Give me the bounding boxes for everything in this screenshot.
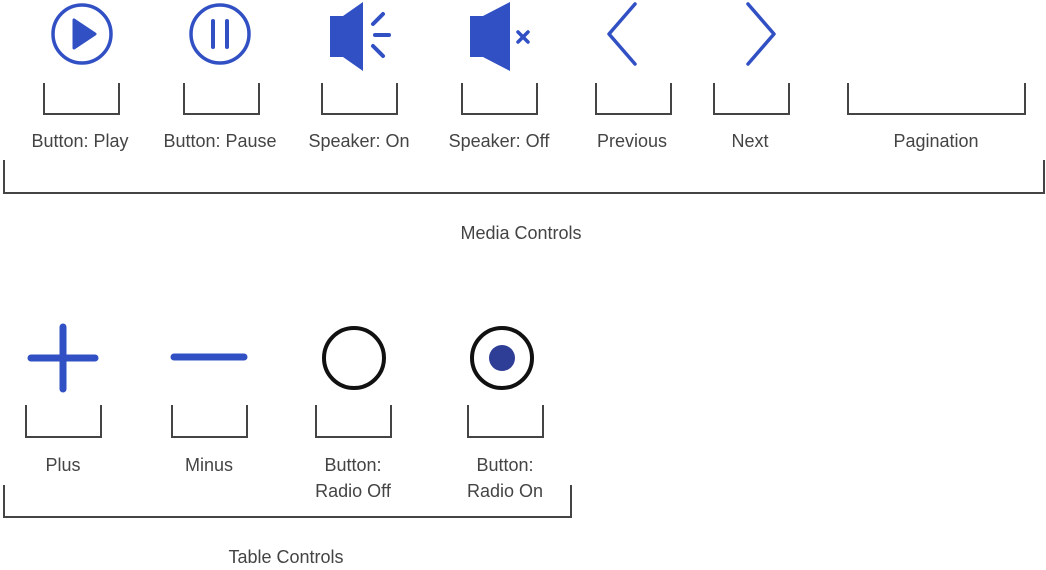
radio-off-label-line1: Button: [324,455,382,475]
media-controls-group-label: Media Controls [460,223,582,243]
speaker-off-bracket [461,83,538,115]
plus-bracket [25,405,102,438]
speaker-on-bracket [321,83,398,115]
speaker-off-label: Speaker: Off [448,131,550,151]
previous-label: Previous [596,131,668,151]
pause-label: Button: Pause [163,131,277,151]
speaker-off-icon[interactable] [469,2,533,72]
speaker-on-icon[interactable] [329,2,393,72]
minus-label: Minus [184,455,233,475]
radio-off-icon[interactable] [321,325,387,391]
next-bracket [713,83,790,115]
radio-on-icon[interactable] [469,325,535,391]
table-controls-group-bracket [3,485,572,518]
radio-off-bracket [315,405,392,438]
table-controls-group-label: Table Controls [228,547,344,567]
play-circle-icon[interactable] [50,2,114,66]
radio-on-bracket [467,405,544,438]
play-label: Button: Play [31,131,129,151]
pause-circle-icon[interactable] [188,2,252,66]
plus-icon[interactable] [27,323,99,393]
pagination-label: Pagination [893,131,979,151]
previous-bracket [595,83,672,115]
plus-label: Plus [45,455,81,475]
play-bracket [43,83,120,115]
pagination-bracket [847,83,1026,115]
chevron-left-icon[interactable] [606,2,640,68]
media-controls-group-bracket [3,160,1045,194]
next-label: Next [731,131,769,151]
minus-icon[interactable] [170,350,248,364]
speaker-on-label: Speaker: On [308,131,410,151]
chevron-right-icon[interactable] [743,2,777,68]
minus-bracket [171,405,248,438]
pause-bracket [183,83,260,115]
radio-on-label-line1: Button: [476,455,534,475]
